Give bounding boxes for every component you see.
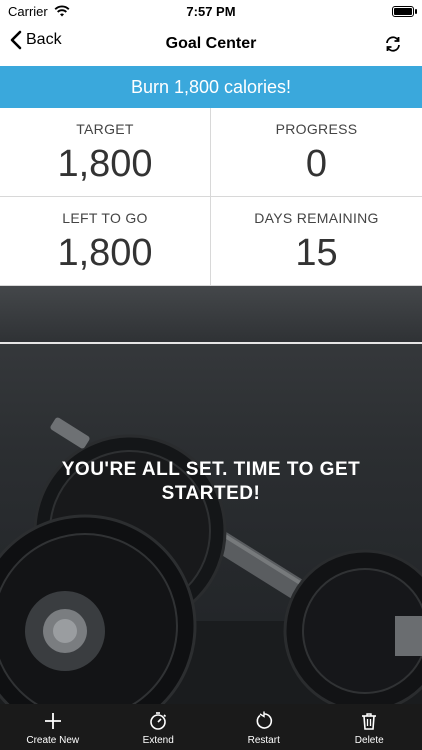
page-title: Goal Center	[165, 35, 257, 52]
goal-banner: Burn 1,800 calories!	[0, 66, 422, 108]
chevron-left-icon	[10, 30, 22, 50]
stat-target: TARGET 1,800	[0, 108, 211, 197]
plus-icon	[44, 713, 61, 729]
battery-icon	[392, 5, 417, 17]
stat-value: 1,800	[57, 232, 153, 274]
stats-grid: TARGET 1,800 PROGRESS 0 LEFT TO GO 1,800…	[0, 108, 422, 286]
status-time: 7:57 PM	[186, 3, 236, 19]
tab-label: Delete	[354, 735, 384, 746]
stat-label: TARGET	[76, 121, 134, 137]
delete-button[interactable]: Delete	[324, 704, 414, 746]
back-button[interactable]: Back	[10, 30, 62, 50]
stat-progress: PROGRESS 0	[211, 108, 422, 197]
stopwatch-icon	[150, 712, 167, 730]
stat-label: LEFT TO GO	[62, 210, 148, 226]
stat-label: PROGRESS	[275, 121, 358, 137]
stat-value: 15	[295, 232, 338, 274]
stat-days-remaining: DAYS REMAINING 15	[211, 197, 422, 286]
trash-icon	[362, 713, 377, 730]
goal-banner-text: Burn 1,800 calories!	[130, 76, 292, 97]
tab-label: Restart	[247, 735, 280, 746]
stat-left-to-go: LEFT TO GO 1,800	[0, 197, 211, 286]
tab-label: Create New	[26, 735, 80, 746]
hero-message: YOU'RE ALL SET. TIME TO GET STARTED!	[61, 459, 361, 504]
back-label: Back	[26, 31, 62, 48]
refresh-icon[interactable]	[384, 35, 402, 53]
stat-value: 0	[305, 143, 328, 185]
create-new-button[interactable]: Create New	[8, 704, 98, 746]
status-bar: Carrier 7:57 PM	[0, 0, 422, 22]
hero-image: YOU'RE ALL SET. TIME TO GET STARTED!	[0, 286, 422, 704]
stat-label: DAYS REMAINING	[254, 210, 379, 226]
restart-button[interactable]: Restart	[219, 704, 309, 746]
restart-icon	[256, 711, 272, 729]
bottom-toolbar: Create New Extend Restart Delete	[0, 704, 422, 750]
extend-button[interactable]: Extend	[113, 704, 203, 746]
navigation-bar: Back Goal Center	[0, 22, 422, 66]
tab-label: Extend	[142, 735, 174, 746]
stat-value: 1,800	[57, 143, 153, 185]
